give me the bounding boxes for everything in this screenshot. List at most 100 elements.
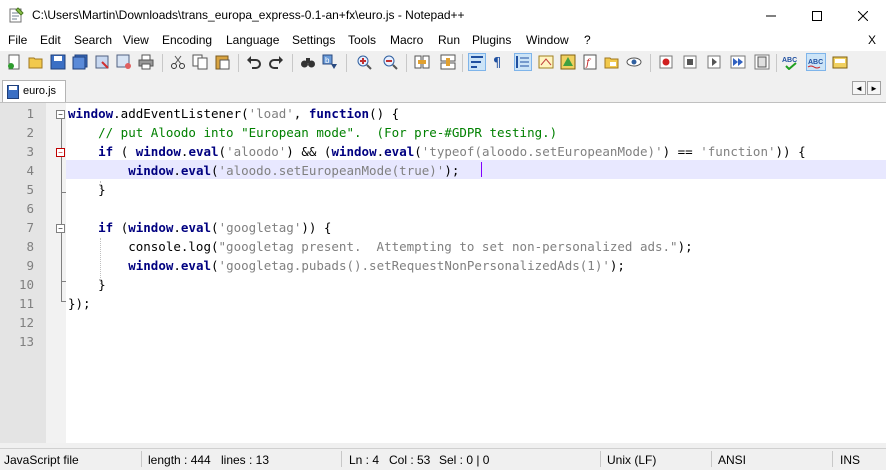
keyword-token: window [68,106,114,121]
fold-collapse-icon[interactable]: − [56,110,65,119]
macro-record-button[interactable] [658,54,674,70]
line-number: 13 [18,334,34,349]
code-token: . [173,258,181,273]
zoom-out-button[interactable] [382,54,398,70]
menu-language[interactable]: Language [226,33,279,47]
spell-check-auto-button[interactable]: ABC [806,53,826,71]
status-column: Col : 53 [389,453,431,467]
menu-plugins[interactable]: Plugins [472,33,511,47]
code-token: ( [211,220,219,235]
tab-scroll-right-button[interactable]: ► [867,81,881,95]
close-window-button[interactable] [840,0,886,31]
code-editor[interactable]: 1 2 3 4 5 6 7 8 9 10 11 12 13 window.addEventListene… [0,102,886,443]
macro-stop-button[interactable] [682,54,698,70]
status-lines: lines : 13 [221,453,270,467]
string-token: 'aloodo.setEuropeanMode(true)' [218,163,445,178]
paste-button[interactable] [214,54,230,70]
maximize-button[interactable] [794,0,840,31]
menu-window[interactable]: Window [526,33,569,47]
menu-edit[interactable]: Edit [40,33,61,47]
tab-euro-js[interactable]: euro.js [2,80,66,102]
menu-search[interactable]: Search [74,33,112,47]
close-document-button[interactable]: X [868,33,876,47]
user-defined-language-button[interactable] [538,54,554,70]
keyword-token: function [308,106,370,121]
function-list-icon: f [583,54,597,70]
folder-as-workspace-button[interactable] [604,54,620,70]
menu-view[interactable]: View [123,33,149,47]
code-token: . [376,144,385,159]
word-wrap-button[interactable] [468,53,486,71]
toolbar-separator [650,54,651,72]
status-bar: JavaScript file length : 444 lines : 13 … [0,448,886,470]
replace-icon: b [322,54,337,69]
keyword-token: window [331,144,377,159]
print-button[interactable] [138,54,154,70]
code-token: ) && ( [286,144,332,159]
document-map-button[interactable] [560,54,576,70]
line-number: 11 [18,296,34,311]
status-length: length : 444 [148,453,211,467]
monitoring-button[interactable] [626,54,642,70]
menu-tools[interactable]: Tools [348,33,376,47]
zoom-in-button[interactable] [356,54,372,70]
code-token: () { [369,106,400,121]
close-button[interactable] [94,54,110,70]
fold-collapse-icon[interactable]: − [56,224,65,233]
keyword-token: if [98,144,114,159]
replace-button[interactable]: b [322,54,338,70]
menu-run[interactable]: Run [438,33,460,47]
undo-icon [247,56,261,69]
zoom-in-icon [357,55,372,70]
spell-check-button[interactable]: ABC [782,54,798,70]
indent-guide-button[interactable] [514,53,532,71]
menu-encoding[interactable]: Encoding [162,33,212,47]
stop-icon [683,55,697,69]
open-file-button[interactable] [28,54,44,70]
redo-button[interactable] [268,54,284,70]
function-list-button[interactable]: f [582,54,598,70]
save-button[interactable] [50,54,66,70]
copy-icon [192,54,208,70]
folder-workspace-icon [604,57,619,69]
save-all-button[interactable] [72,54,88,70]
sync-horizontal-button[interactable] [440,54,456,70]
macro-run-multiple-button[interactable] [730,54,746,70]
tab-scroll-left-button[interactable]: ◄ [852,81,866,95]
menu-macro[interactable]: Macro [390,33,423,47]
menu-file[interactable]: File [8,33,27,47]
show-all-characters-button[interactable]: ¶ [490,54,506,70]
line-number: 3 [26,144,34,159]
macro-play-button[interactable] [706,54,722,70]
indent-guide-icon [516,56,529,68]
minimize-button[interactable] [748,0,794,31]
code-line: window.eval('googletag.pubads().setReque… [68,258,625,273]
notepadpp-app-icon [9,7,24,23]
new-file-button[interactable] [6,54,22,70]
cut-button[interactable] [170,54,186,70]
undo-button[interactable] [246,54,262,70]
code-token: ); [609,258,625,273]
find-button[interactable] [300,54,316,70]
play-icon [707,55,721,69]
sync-horizontal-scroll-icon [440,54,456,70]
svg-text:ABC: ABC [808,59,823,66]
open-folder-icon [28,57,43,69]
macro-save-button[interactable] [754,54,770,70]
menu-help[interactable]: ? [584,33,591,47]
code-token: . [173,220,181,235]
copy-button[interactable] [192,54,208,70]
fold-collapse-icon[interactable]: − [56,148,65,157]
menu-settings[interactable]: Settings [292,33,335,47]
code-token: ) == [662,144,701,159]
close-file-icon [95,55,109,69]
fast-forward-icon [730,55,746,69]
code-line: window.eval('aloodo.setEuropeanMode(true… [68,163,459,178]
sync-vertical-button[interactable] [414,54,430,70]
eye-icon [626,57,642,67]
line-number: 1 [26,106,34,121]
svg-text:b: b [325,56,330,65]
spell-settings-button[interactable] [832,54,848,70]
line-number: 4 [26,163,34,178]
close-all-button[interactable] [116,54,132,70]
